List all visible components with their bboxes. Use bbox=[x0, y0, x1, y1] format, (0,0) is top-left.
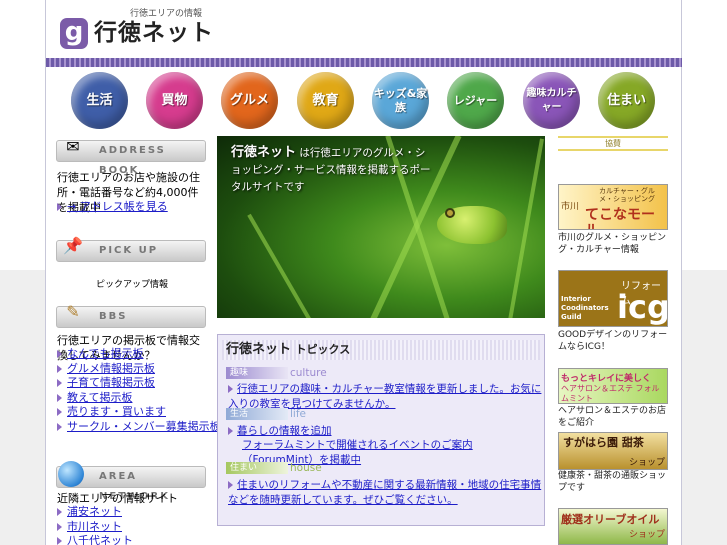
topic-link[interactable]: 住まいのリフォームや不動産に関する最新情報・地域の住宅事情などを随時更新していま… bbox=[228, 478, 542, 508]
topics-panel: 行徳ネット トピックス 趣味 culture 行徳エリアの趣味・カルチャー教室情… bbox=[217, 334, 545, 526]
globe-icon bbox=[58, 461, 84, 487]
bullet-icon bbox=[57, 508, 62, 516]
bullet-icon bbox=[228, 481, 233, 489]
category-gourmet-button[interactable]: グルメ bbox=[221, 72, 278, 129]
icg-caption[interactable]: GOODデザインのリフォームならICG！ bbox=[558, 329, 674, 353]
area-link[interactable]: 八千代ネット bbox=[57, 534, 209, 545]
topic-label-culture: 趣味 bbox=[226, 367, 288, 379]
formmint-caption[interactable]: ヘアサロン＆エステのお店をご紹介 bbox=[558, 405, 674, 429]
frog-image bbox=[437, 206, 507, 244]
topics-header: 行徳ネット トピックス bbox=[222, 340, 540, 360]
bullet-icon bbox=[57, 379, 62, 387]
tekona-mall-banner[interactable]: 市川 てこなモール カルチャー・グルメ・ショッピング bbox=[558, 184, 668, 230]
envelope-icon: ✉ bbox=[66, 137, 80, 156]
logo-icon[interactable]: g bbox=[60, 18, 88, 49]
category-culture-button[interactable]: 趣味カルチャー bbox=[523, 72, 580, 129]
pin-icon: 📌 bbox=[63, 236, 83, 255]
header-divider bbox=[46, 58, 682, 67]
page-container: 行徳エリアの情報 g 行徳ネット 生活 買物 グルメ 教育 キッズ&家族 レジャ… bbox=[45, 0, 682, 545]
topic-sub-house: house bbox=[290, 462, 322, 474]
pickup-text: ピックアップ情報 bbox=[95, 280, 168, 290]
area-link-list: 浦安ネット 市川ネット 八千代ネット bbox=[57, 505, 209, 545]
area-link[interactable]: 浦安ネット bbox=[57, 505, 209, 520]
topic-link[interactable]: 暮らしの情報を追加 bbox=[228, 424, 542, 439]
category-shopping-button[interactable]: 買物 bbox=[146, 72, 203, 129]
address-book-link[interactable]: → アドレス帳を見る bbox=[57, 199, 207, 214]
area-link[interactable]: 市川ネット bbox=[57, 520, 209, 535]
bbs-link[interactable]: 売ります・買います bbox=[57, 405, 209, 420]
site-logo[interactable]: 行徳ネット bbox=[94, 17, 214, 49]
olive-oil-banner[interactable]: 厳選オリーブオイル ショップ bbox=[558, 508, 668, 545]
bullet-icon bbox=[228, 427, 233, 435]
tekona-caption[interactable]: 市川のグルメ・ショッピング・カルチャー情報 bbox=[558, 232, 674, 256]
topic-label-life: 生活 bbox=[226, 408, 288, 420]
bullet-icon bbox=[57, 522, 62, 531]
category-education-button[interactable]: 教育 bbox=[297, 72, 354, 129]
hero-caption: 行徳ネット は行徳エリアのグルメ・ショッピング・サービス情報を掲載するポータルサ… bbox=[231, 145, 431, 193]
bbs-link[interactable]: グルメ情報掲示板 bbox=[57, 362, 209, 377]
topic-sub-culture: culture bbox=[290, 367, 327, 379]
bullet-icon bbox=[57, 408, 62, 416]
bullet-icon bbox=[57, 422, 62, 431]
bullet-icon bbox=[57, 350, 62, 358]
bbs-link[interactable]: 教えて掲示板 bbox=[57, 391, 209, 406]
bbs-link[interactable]: サークル・メンバー募集掲示板 bbox=[57, 420, 221, 435]
sugahara-banner[interactable]: すがはら園 甜茶 ショップ bbox=[558, 432, 668, 470]
sponsor-heading: 協賛 bbox=[558, 136, 668, 151]
category-leisure-button[interactable]: レジャー bbox=[447, 72, 504, 129]
bbs-link-list: なんでも掲示板 グルメ情報掲示板 子育て情報掲示板 教えて掲示板 売ります・買い… bbox=[57, 347, 221, 435]
pencils-icon: ✎ bbox=[66, 302, 80, 321]
bullet-icon bbox=[57, 537, 62, 545]
bullet-icon bbox=[57, 364, 62, 373]
area-network-description: 近隣エリアの情報サイト bbox=[57, 492, 178, 505]
bullet-icon bbox=[57, 203, 62, 211]
bullet-icon bbox=[228, 385, 233, 393]
topic-label-house: 住まい bbox=[226, 462, 288, 474]
sugahara-caption[interactable]: 健康茶・甜茶の通販ショップです bbox=[558, 470, 674, 494]
bbs-link[interactable]: 子育て情報掲示板 bbox=[57, 376, 209, 391]
category-kids-button[interactable]: キッズ&家族 bbox=[372, 72, 429, 129]
category-life-button[interactable]: 生活 bbox=[71, 72, 128, 129]
icg-banner[interactable]: リフォーム Interior Coodinators Guild icg bbox=[558, 270, 668, 327]
bbs-link[interactable]: なんでも掲示板 bbox=[57, 347, 209, 362]
formmint-banner[interactable]: もっとキレイに美しく ヘアサロン＆エステ フォルムミント bbox=[558, 368, 668, 404]
bullet-icon bbox=[57, 393, 62, 402]
hero-image: 行徳ネット は行徳エリアのグルメ・ショッピング・サービス情報を掲載するポータルサ… bbox=[217, 136, 545, 318]
topic-sub-life: life bbox=[290, 408, 306, 420]
category-house-button[interactable]: 住まい bbox=[598, 72, 655, 129]
